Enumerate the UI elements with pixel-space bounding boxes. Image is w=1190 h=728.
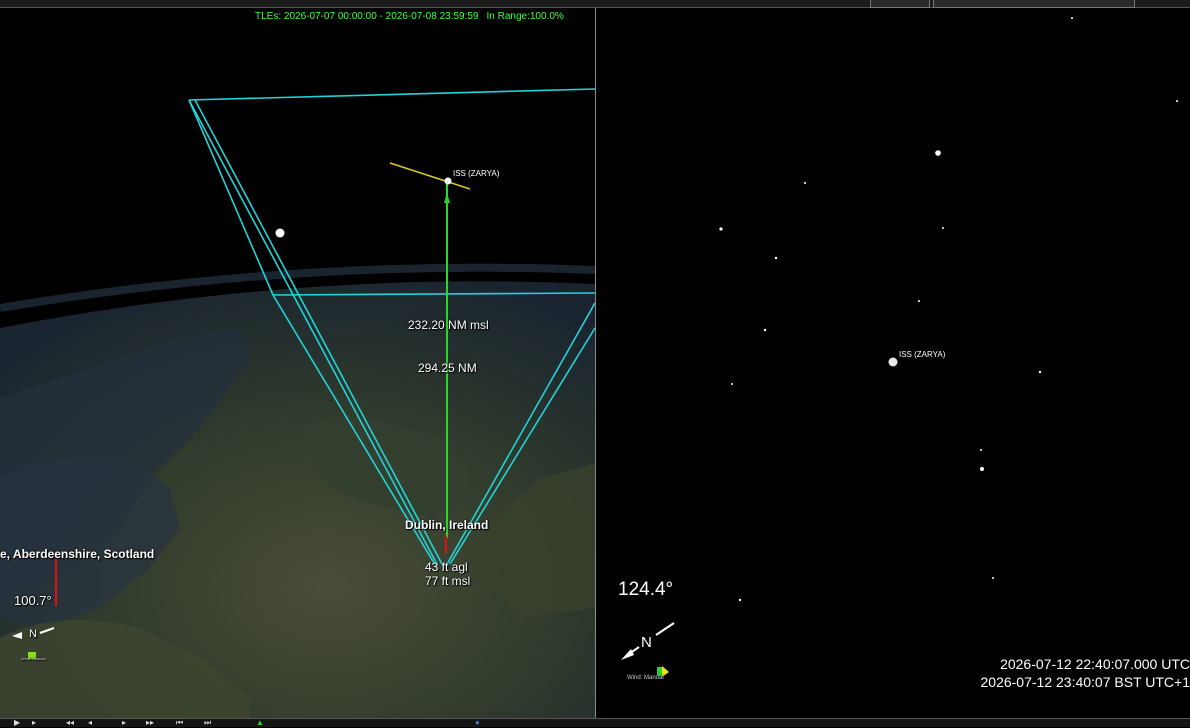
slant-range-label: 294.25 NM (418, 361, 477, 375)
tle-status: TLEs: 2026-07-07 00:00:00 - 2026-07-08 2… (255, 11, 564, 22)
observer-agl: 43 ft agl (425, 560, 468, 574)
observer-name: Dublin, Ireland (405, 518, 488, 532)
globe-scene (0, 8, 595, 718)
sky-view-pane[interactable]: ISS (ZARYA) 124.4° N Wind: Manual 2026-0… (596, 8, 1190, 718)
wind-label: Wind: Manual (21, 656, 45, 661)
view-3d-pane[interactable]: TLEs: 2026-07-07 00:00:00 - 2026-07-08 2… (0, 8, 595, 718)
iss-label: ISS (ZARYA) (899, 350, 945, 359)
track-arrow (444, 193, 450, 203)
stars (719, 17, 1178, 601)
toolbar-date-field[interactable] (933, 0, 1135, 8)
moon (276, 229, 285, 238)
secondary-location-name: e, Aberdeenshire, Scotland (0, 547, 154, 561)
satellite-dot[interactable] (445, 178, 452, 185)
satellite-label: ISS (ZARYA) (453, 169, 499, 178)
toolbar-field[interactable] (870, 0, 930, 8)
heading-readout: 124.4° (618, 579, 673, 601)
star-field (596, 8, 1190, 718)
time-local: 2026-07-12 23:40:07 BST UTC+1 (981, 674, 1190, 690)
top-toolbar (0, 0, 1190, 8)
compass-letter: N (29, 628, 37, 640)
time-utc: 2026-07-12 22:40:07.000 UTC (1000, 656, 1190, 672)
skip-start-icon[interactable]: ⏮ (176, 718, 183, 728)
iss-dot[interactable] (889, 358, 898, 367)
heading-readout: 100.7° (14, 593, 52, 608)
compass-letter: N (641, 634, 652, 651)
observer-msl: 77 ft msl (425, 574, 470, 588)
wind-label: Wind: Manual (627, 675, 664, 681)
altitude-label: 232.20 NM msl (408, 318, 489, 332)
skip-end-icon[interactable]: ⏭ (204, 718, 211, 728)
